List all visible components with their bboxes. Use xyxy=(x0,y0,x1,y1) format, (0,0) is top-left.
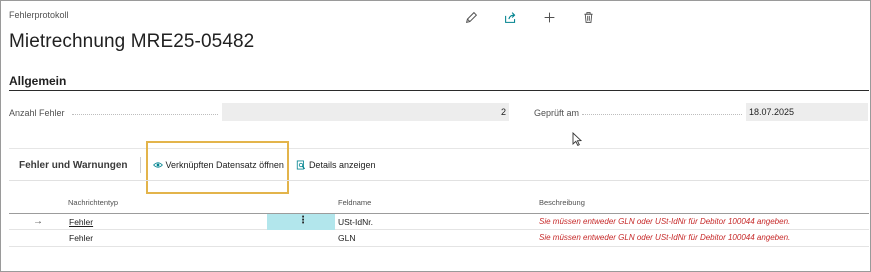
row-actions-cell[interactable]: ⋮ xyxy=(267,214,335,230)
list-divider xyxy=(9,180,869,181)
share-icon xyxy=(504,11,515,23)
header-actions xyxy=(462,8,618,26)
field-name-cell[interactable]: USt-IdNr. xyxy=(338,217,373,227)
field-name-cell[interactable]: GLN xyxy=(338,233,355,243)
new-button[interactable] xyxy=(540,8,558,26)
delete-button[interactable] xyxy=(579,8,597,26)
checked-on-field[interactable]: 18.07.2025 xyxy=(746,103,868,121)
message-type-cell[interactable]: Fehler xyxy=(69,233,93,243)
plus-icon xyxy=(544,12,554,22)
dotted-leader xyxy=(72,114,218,115)
description-cell[interactable]: Sie müssen entweder GLN oder USt-IdNr fü… xyxy=(539,233,790,242)
error-count-field[interactable]: 2 xyxy=(222,103,509,121)
description-cell[interactable]: Sie müssen entweder GLN oder USt-IdNr fü… xyxy=(539,217,790,226)
section-general-title[interactable]: Allgemein xyxy=(9,74,66,88)
edit-button[interactable] xyxy=(462,8,480,26)
errors-part-title[interactable]: Fehler und Warnungen xyxy=(9,160,138,171)
show-details-button[interactable]: Details anzeigen xyxy=(290,160,382,170)
section-divider xyxy=(9,90,869,91)
column-header-field-name[interactable]: Feldname xyxy=(338,198,371,207)
checked-on-label: Geprüft am xyxy=(534,108,580,118)
divider xyxy=(139,157,141,173)
error-count-label: Anzahl Fehler xyxy=(9,108,65,118)
page-title: Mietrechnung MRE25-05482 xyxy=(9,31,255,52)
dotted-leader xyxy=(582,114,742,115)
table-row[interactable]: → Fehler ⋮ USt-IdNr. Sie müssen entweder… xyxy=(9,213,869,230)
column-header-message-type[interactable]: Nachrichtentyp xyxy=(68,198,118,207)
show-details-label: Details anzeigen xyxy=(308,160,376,170)
mouse-pointer-icon xyxy=(572,132,583,146)
table-row[interactable]: Fehler GLN Sie müssen entweder GLN oder … xyxy=(9,230,869,247)
more-options-icon[interactable]: ⋮ xyxy=(298,215,308,226)
page-caption: Fehlerprotokoll xyxy=(9,10,69,20)
trash-icon xyxy=(583,11,593,23)
highlight-box xyxy=(146,141,289,194)
pencil-icon xyxy=(465,11,477,23)
column-header-description[interactable]: Beschreibung xyxy=(539,198,585,207)
row-indicator-arrow-icon: → xyxy=(33,216,43,227)
magnifier-document-icon xyxy=(296,160,306,170)
share-button[interactable] xyxy=(501,8,519,26)
message-type-cell[interactable]: Fehler xyxy=(69,217,93,227)
